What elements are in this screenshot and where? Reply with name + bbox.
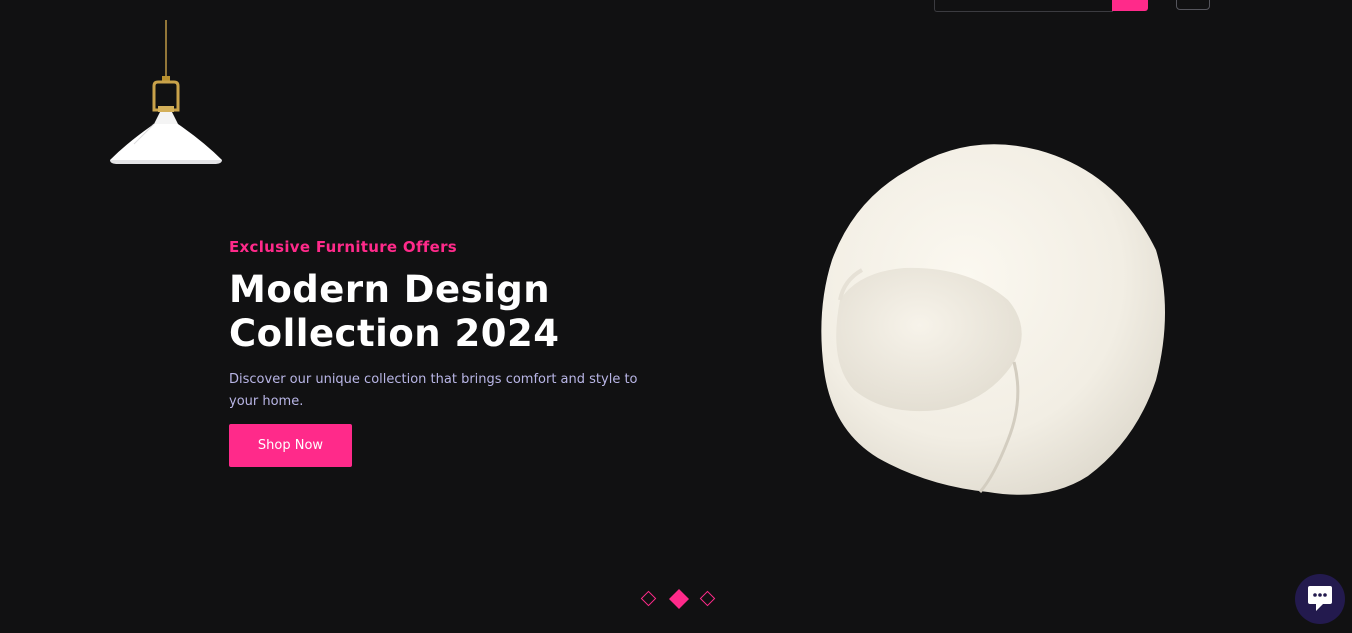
chat-button[interactable] (1295, 574, 1345, 624)
search-button[interactable] (1112, 0, 1148, 11)
hero-description: Discover our unique collection that brin… (229, 372, 638, 409)
hero-headline-line-1: Modern Design (229, 268, 551, 311)
armchair-image (821, 144, 1165, 495)
menu-button[interactable] (1176, 0, 1210, 10)
hero-eyebrow: Exclusive Furniture Offers (229, 238, 458, 256)
slider-dot-1[interactable] (640, 590, 657, 607)
pendant-lamp-image (110, 20, 222, 164)
slider-dot-2-active[interactable] (669, 589, 689, 609)
hero-headline-line-2: Collection 2024 (229, 312, 560, 355)
slider-dots (640, 589, 722, 611)
hero-headline: Modern Design Collection 2024 (229, 268, 689, 356)
hero-banner: Exclusive Furniture Offers Modern Design… (0, 0, 1352, 633)
shop-now-button[interactable]: Shop Now (229, 424, 352, 467)
search-input[interactable] (934, 0, 1113, 12)
chat-icon (1308, 586, 1332, 611)
slider-dot-3[interactable] (699, 590, 716, 607)
